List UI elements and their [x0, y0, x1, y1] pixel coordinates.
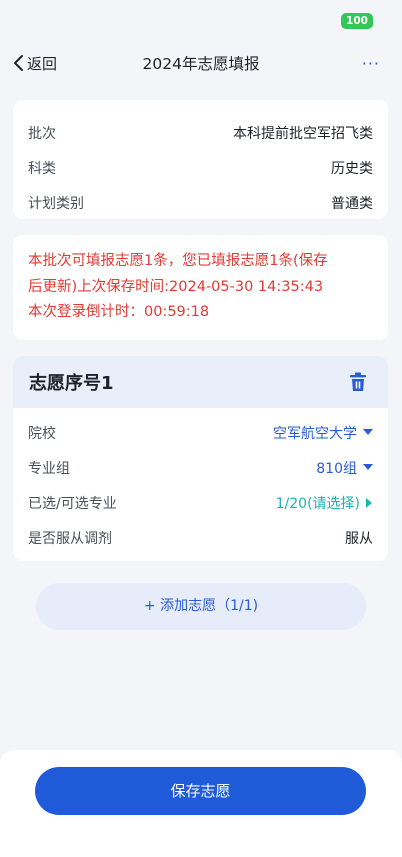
- caret-right-icon: [366, 497, 372, 508]
- volunteer-row-adjust: 是否服从调剂 服从: [13, 520, 388, 555]
- major-group-label: 专业组: [28, 460, 70, 477]
- notice-card: 本批次可填报志愿1条，您已填报志愿1条(保存 后更新)上次保存时间:2024-0…: [13, 235, 388, 340]
- info-row-batch: 批次 本科提前批空军招飞类: [13, 115, 388, 150]
- more-icon[interactable]: ···: [362, 54, 380, 73]
- batch-info-card: 批次 本科提前批空军招飞类 科类 历史类 计划类别 普通类: [13, 100, 388, 219]
- info-value: 普通类: [331, 195, 373, 212]
- volunteer-header: 志愿序号1: [13, 356, 388, 408]
- school-select[interactable]: 空军航空大学: [273, 423, 373, 443]
- home-indicator: [134, 846, 268, 851]
- info-value: 历史类: [331, 160, 373, 177]
- info-value: 本科提前批空军招飞类: [233, 125, 373, 142]
- page-title: 2024年志愿填报: [142, 55, 260, 73]
- trash-icon[interactable]: [347, 371, 369, 393]
- info-row-subject: 科类 历史类: [13, 150, 388, 185]
- countdown-line: 本次登录倒计时：00:59:18: [28, 304, 210, 320]
- major-group-select[interactable]: 810组: [316, 458, 373, 478]
- info-row-plan-type: 计划类别 普通类: [13, 185, 388, 220]
- bottom-action-bar: 保存志愿: [0, 750, 402, 857]
- status-bar: 100: [0, 0, 402, 42]
- save-volunteer-button[interactable]: 保存志愿: [35, 767, 366, 815]
- school-label: 院校: [28, 425, 56, 442]
- info-label: 计划类别: [28, 195, 84, 212]
- notice-line: 后更新)上次保存时间:2024-05-30 14:35:43: [28, 278, 324, 295]
- majors-value: 1/20(请选择): [275, 495, 360, 512]
- volunteer-row-majors: 已选/可选专业 1/20(请选择): [13, 485, 388, 520]
- info-label: 科类: [28, 160, 56, 177]
- notice-line: 本批次可填报志愿1条，您已填报志愿1条(保存: [28, 253, 328, 269]
- volunteer-row-school: 院校 空军航空大学: [13, 415, 388, 450]
- volunteer-body: 院校 空军航空大学 专业组 810组 已选/可选专业 1/20(请选择) 是否服…: [13, 408, 388, 555]
- info-label: 批次: [28, 125, 56, 142]
- caret-down-icon: [363, 429, 373, 435]
- navigation-bar: 返回 2024年志愿填报 ···: [0, 44, 402, 82]
- majors-select[interactable]: 1/20(请选择): [276, 493, 373, 513]
- add-volunteer-button[interactable]: + 添加志愿（1/1): [36, 583, 366, 630]
- major-group-value: 810组: [316, 460, 357, 477]
- majors-label: 已选/可选专业: [28, 495, 117, 512]
- volunteer-row-major-group: 专业组 810组: [13, 450, 388, 485]
- volunteer-card: 志愿序号1 院校 空军航空大学 专业组 810组 已选/可选专业 1/20(请选…: [13, 356, 388, 561]
- volunteer-title: 志愿序号1: [29, 373, 114, 394]
- adjust-value: 服从: [345, 530, 373, 547]
- school-value: 空军航空大学: [273, 425, 357, 442]
- adjust-label: 是否服从调剂: [28, 530, 112, 547]
- caret-down-icon: [363, 464, 373, 470]
- battery-indicator: 100: [341, 13, 373, 29]
